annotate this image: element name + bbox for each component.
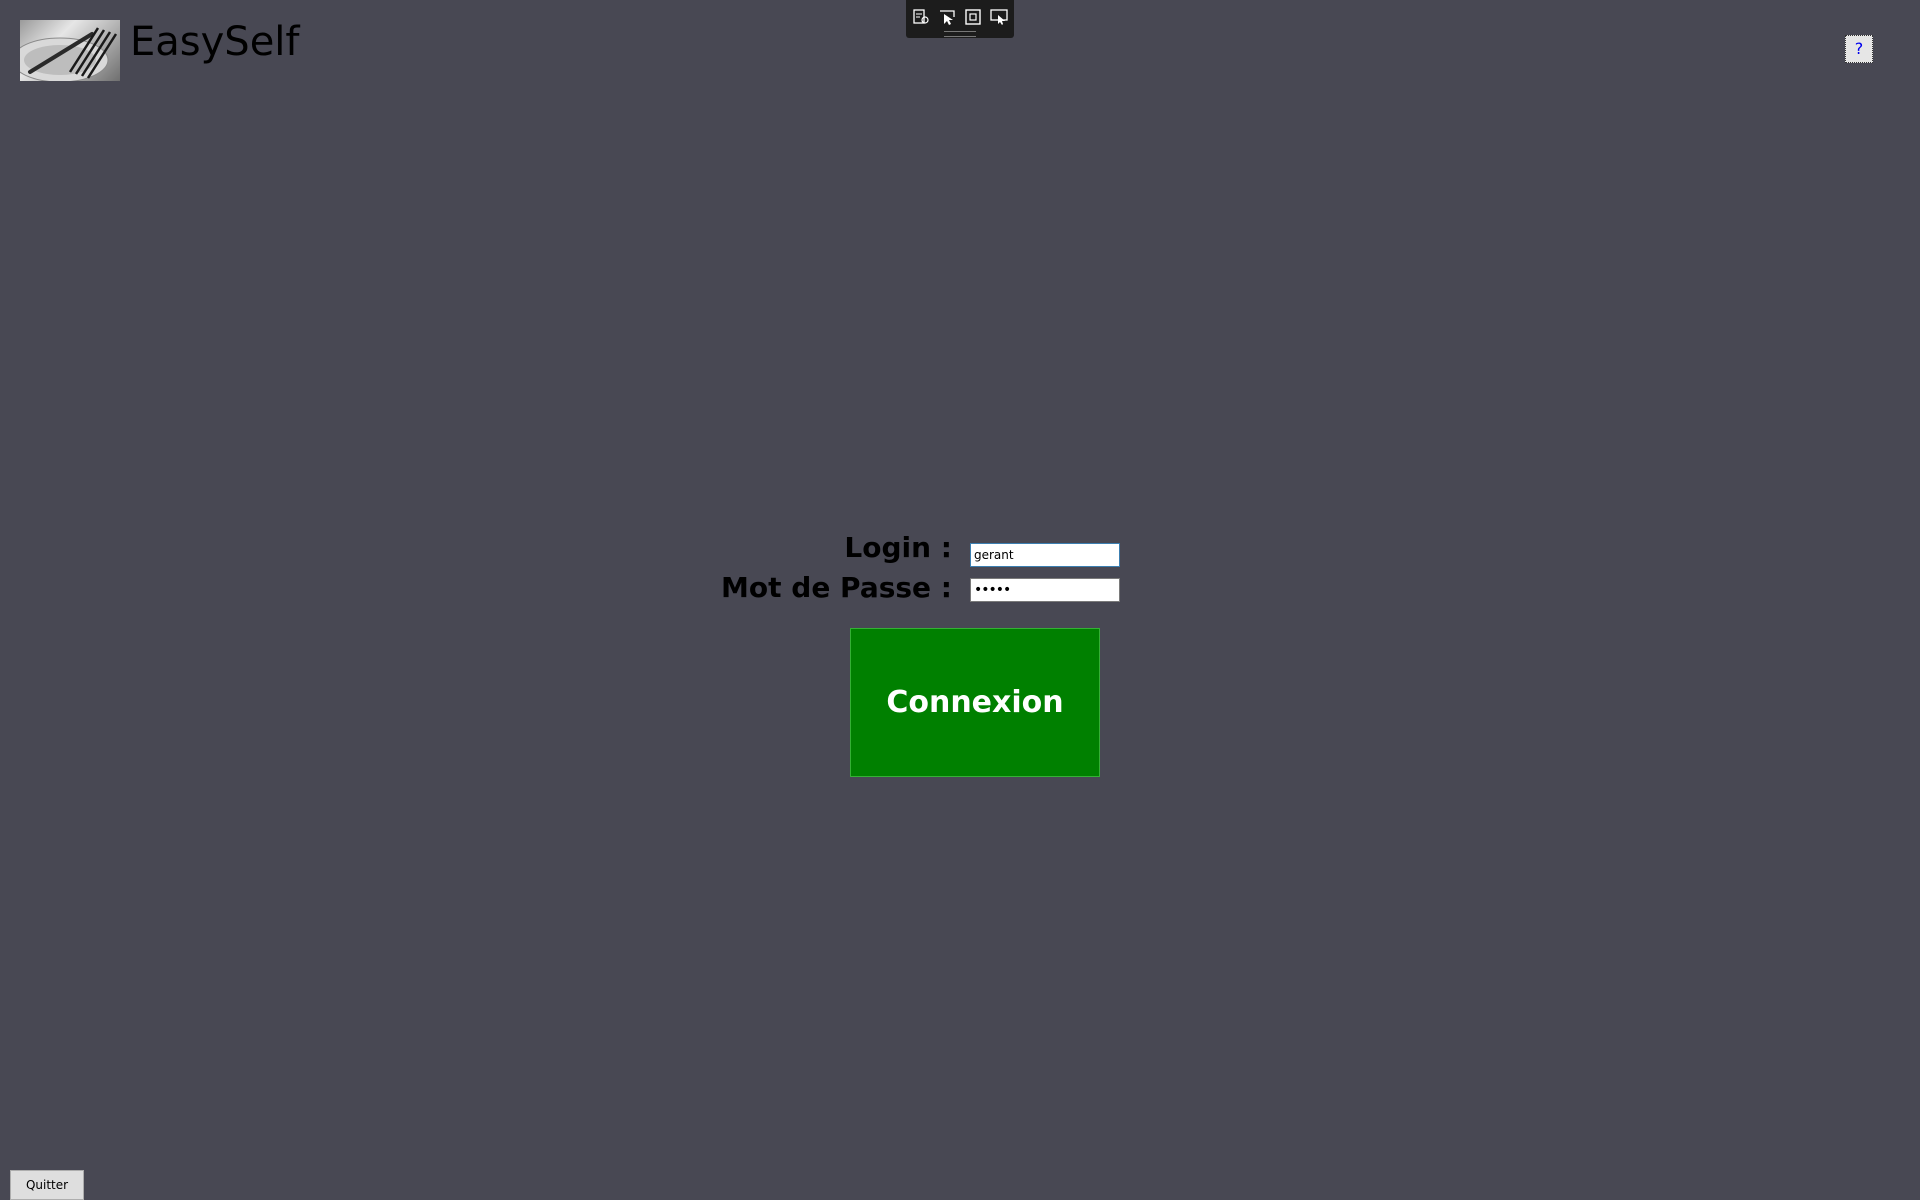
help-button[interactable]: ? <box>1845 35 1873 63</box>
password-label: Mot de Passe : <box>721 571 952 604</box>
login-label: Login : <box>844 531 952 564</box>
pointer-icon[interactable] <box>937 7 957 27</box>
connexion-button[interactable]: Connexion <box>850 628 1100 777</box>
login-input[interactable] <box>970 543 1120 567</box>
app-title: EasySelf <box>130 19 300 65</box>
quit-button[interactable]: Quitter <box>10 1170 84 1200</box>
fork-logo-icon <box>20 20 120 81</box>
login-window: EasySelf ? Login : Mot de Passe : Connex… <box>0 0 1920 1200</box>
frame-icon[interactable] <box>963 7 983 27</box>
toolbar-grip[interactable] <box>944 31 976 37</box>
floating-toolbar <box>906 0 1014 38</box>
select-element-icon[interactable] <box>911 7 931 27</box>
password-input[interactable] <box>970 578 1120 602</box>
screen-select-icon[interactable] <box>989 7 1009 27</box>
